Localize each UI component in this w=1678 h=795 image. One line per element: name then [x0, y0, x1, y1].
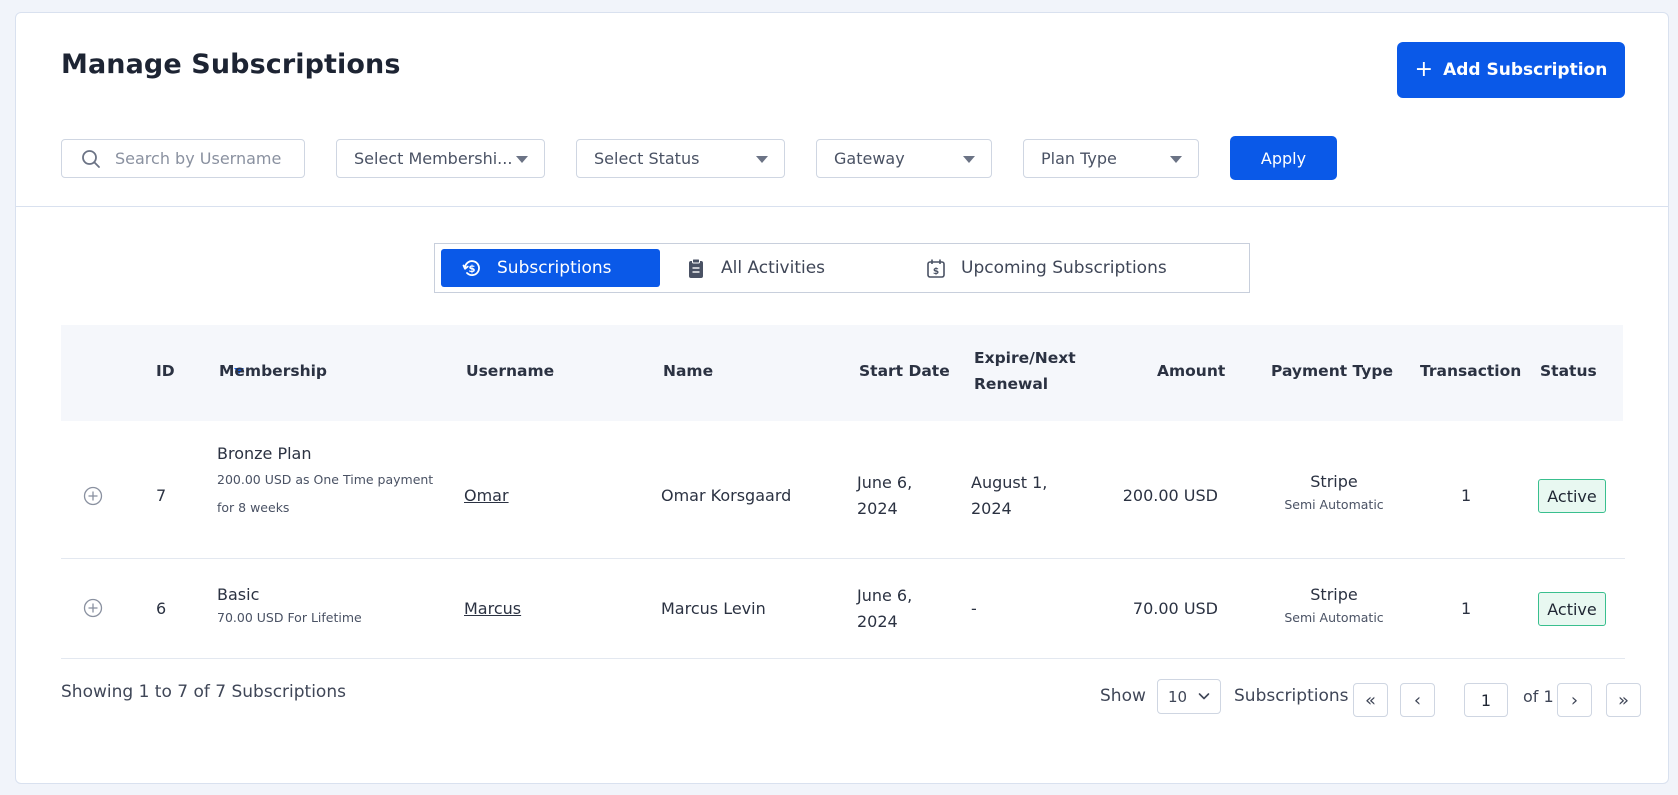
transaction-count: 1: [1461, 486, 1472, 505]
column-username: Username: [466, 362, 555, 380]
chevron-down-icon: [1198, 693, 1210, 700]
page-number-input[interactable]: [1464, 683, 1508, 717]
row-id: 6: [156, 599, 167, 618]
plan-description: 200.00 USD as One Time payment: [217, 472, 434, 487]
gateway-mode: Semi Automatic: [1284, 497, 1384, 512]
username-link[interactable]: Marcus: [464, 599, 521, 618]
payment-type-cell: Stripe Semi Automatic: [1264, 472, 1404, 512]
expand-row-icon[interactable]: [83, 486, 103, 506]
column-transaction: Transaction: [1420, 362, 1522, 380]
apply-button[interactable]: Apply: [1230, 136, 1337, 180]
payment-type-cell: Stripe Semi Automatic: [1264, 585, 1404, 625]
amount: 70.00 USD: [1132, 599, 1218, 618]
column-expire-line2: Renewal: [974, 375, 1049, 393]
svg-text:$: $: [933, 267, 939, 277]
expire-date-line2: 2024: [971, 499, 1012, 518]
table-header: ID Membership Username Name Start Date E…: [61, 325, 1623, 421]
dropdown-arrow-icon: [516, 156, 528, 163]
status-select[interactable]: Select Status: [576, 139, 785, 178]
expand-row-icon[interactable]: [83, 598, 103, 618]
plan-type-select[interactable]: Plan Type: [1023, 139, 1199, 178]
svg-text:$: $: [469, 264, 476, 275]
member-name: Omar Korsgaard: [661, 486, 792, 505]
calendar-dollar-icon: $: [927, 259, 945, 278]
showing-summary: Showing 1 to 7 of 7 Subscriptions: [61, 682, 346, 702]
expire-date: -: [971, 599, 977, 618]
dropdown-arrow-icon: [1170, 156, 1182, 163]
column-id[interactable]: ID: [156, 362, 175, 380]
dropdown-arrow-icon: [756, 156, 768, 163]
plan-type-select-value: Plan Type: [1041, 149, 1117, 168]
tab-upcoming-subscriptions-label: Upcoming Subscriptions: [961, 258, 1167, 278]
username-link[interactable]: Omar: [464, 486, 509, 505]
add-subscription-label: Add Subscription: [1443, 60, 1608, 80]
search-input[interactable]: [115, 149, 290, 168]
search-icon: [82, 150, 100, 168]
tab-upcoming-subscriptions[interactable]: $ Upcoming Subscriptions: [925, 249, 1167, 287]
column-membership: Membership: [219, 362, 328, 380]
plan-description-line2: for 8 weeks: [217, 500, 290, 515]
status-badge: Active: [1538, 592, 1606, 626]
page-size-select[interactable]: 10: [1157, 679, 1221, 714]
subscription-tabs: $ Subscriptions All Activities $ Upcomin…: [434, 243, 1250, 293]
gateway-name: Stripe: [1310, 585, 1358, 604]
tab-all-activities-label: All Activities: [721, 258, 826, 278]
prev-page-button[interactable]: ‹: [1400, 683, 1435, 717]
start-date-line1: June 6,: [857, 473, 913, 492]
add-subscription-button[interactable]: + Add Subscription: [1397, 42, 1625, 98]
search-field[interactable]: [61, 139, 305, 178]
column-name: Name: [663, 362, 714, 380]
gateway-mode: Semi Automatic: [1284, 610, 1384, 625]
start-date-line2: 2024: [857, 612, 898, 631]
plan-description: 70.00 USD For Lifetime: [217, 610, 362, 625]
clipboard-icon: [689, 258, 703, 278]
membership-select[interactable]: Select Membershi...: [336, 139, 545, 178]
tab-subscriptions-label: Subscriptions: [497, 258, 612, 278]
column-amount: Amount: [1157, 362, 1226, 380]
membership-select-value: Select Membershi...: [354, 149, 513, 168]
start-date-line1: June 6,: [857, 586, 913, 605]
status-select-value: Select Status: [594, 149, 700, 168]
last-page-button[interactable]: »: [1606, 683, 1641, 717]
table-row: 6 Basic 70.00 USD For Lifetime Marcus Ma…: [61, 560, 1625, 659]
expire-date-line1: August 1,: [971, 473, 1048, 492]
subscription-cycle-icon: $: [462, 260, 480, 276]
gateway-select[interactable]: Gateway: [816, 139, 992, 178]
next-page-button[interactable]: ›: [1557, 683, 1592, 717]
column-status: Status: [1540, 362, 1597, 380]
show-label: Show: [1100, 686, 1146, 706]
gateway-select-value: Gateway: [834, 149, 905, 168]
page-count-label: of 1: [1523, 687, 1554, 706]
member-name: Marcus Levin: [661, 599, 766, 618]
tab-all-activities[interactable]: All Activities: [685, 249, 825, 287]
membership-cell: Basic 70.00 USD For Lifetime: [217, 585, 362, 632]
column-start-date: Start Date: [859, 362, 950, 380]
subscriptions-label: Subscriptions: [1234, 686, 1349, 706]
amount: 200.00 USD: [1122, 486, 1218, 505]
column-payment-type: Payment Type: [1271, 362, 1393, 380]
plan-name: Basic: [217, 585, 260, 604]
start-date-line2: 2024: [857, 499, 898, 518]
page-title: Manage Subscriptions: [61, 49, 401, 80]
table-row: 7 Bronze Plan 200.00 USD as One Time pay…: [61, 422, 1625, 559]
status-badge: Active: [1538, 479, 1606, 513]
first-page-button[interactable]: «: [1353, 683, 1388, 717]
page-size-value: 10: [1168, 687, 1188, 706]
row-id: 7: [156, 486, 167, 505]
tab-subscriptions[interactable]: $ Subscriptions: [441, 249, 660, 287]
divider: [16, 206, 1668, 207]
gateway-name: Stripe: [1310, 472, 1358, 491]
subscriptions-card: Manage Subscriptions + Add Subscription …: [15, 12, 1669, 784]
dropdown-arrow-icon: [963, 156, 975, 163]
membership-cell: Bronze Plan 200.00 USD as One Time payme…: [217, 444, 433, 522]
transaction-count: 1: [1461, 599, 1472, 618]
plus-icon: +: [1414, 57, 1434, 82]
plan-name: Bronze Plan: [217, 444, 312, 463]
column-expire-line1: Expire/Next: [974, 349, 1076, 367]
